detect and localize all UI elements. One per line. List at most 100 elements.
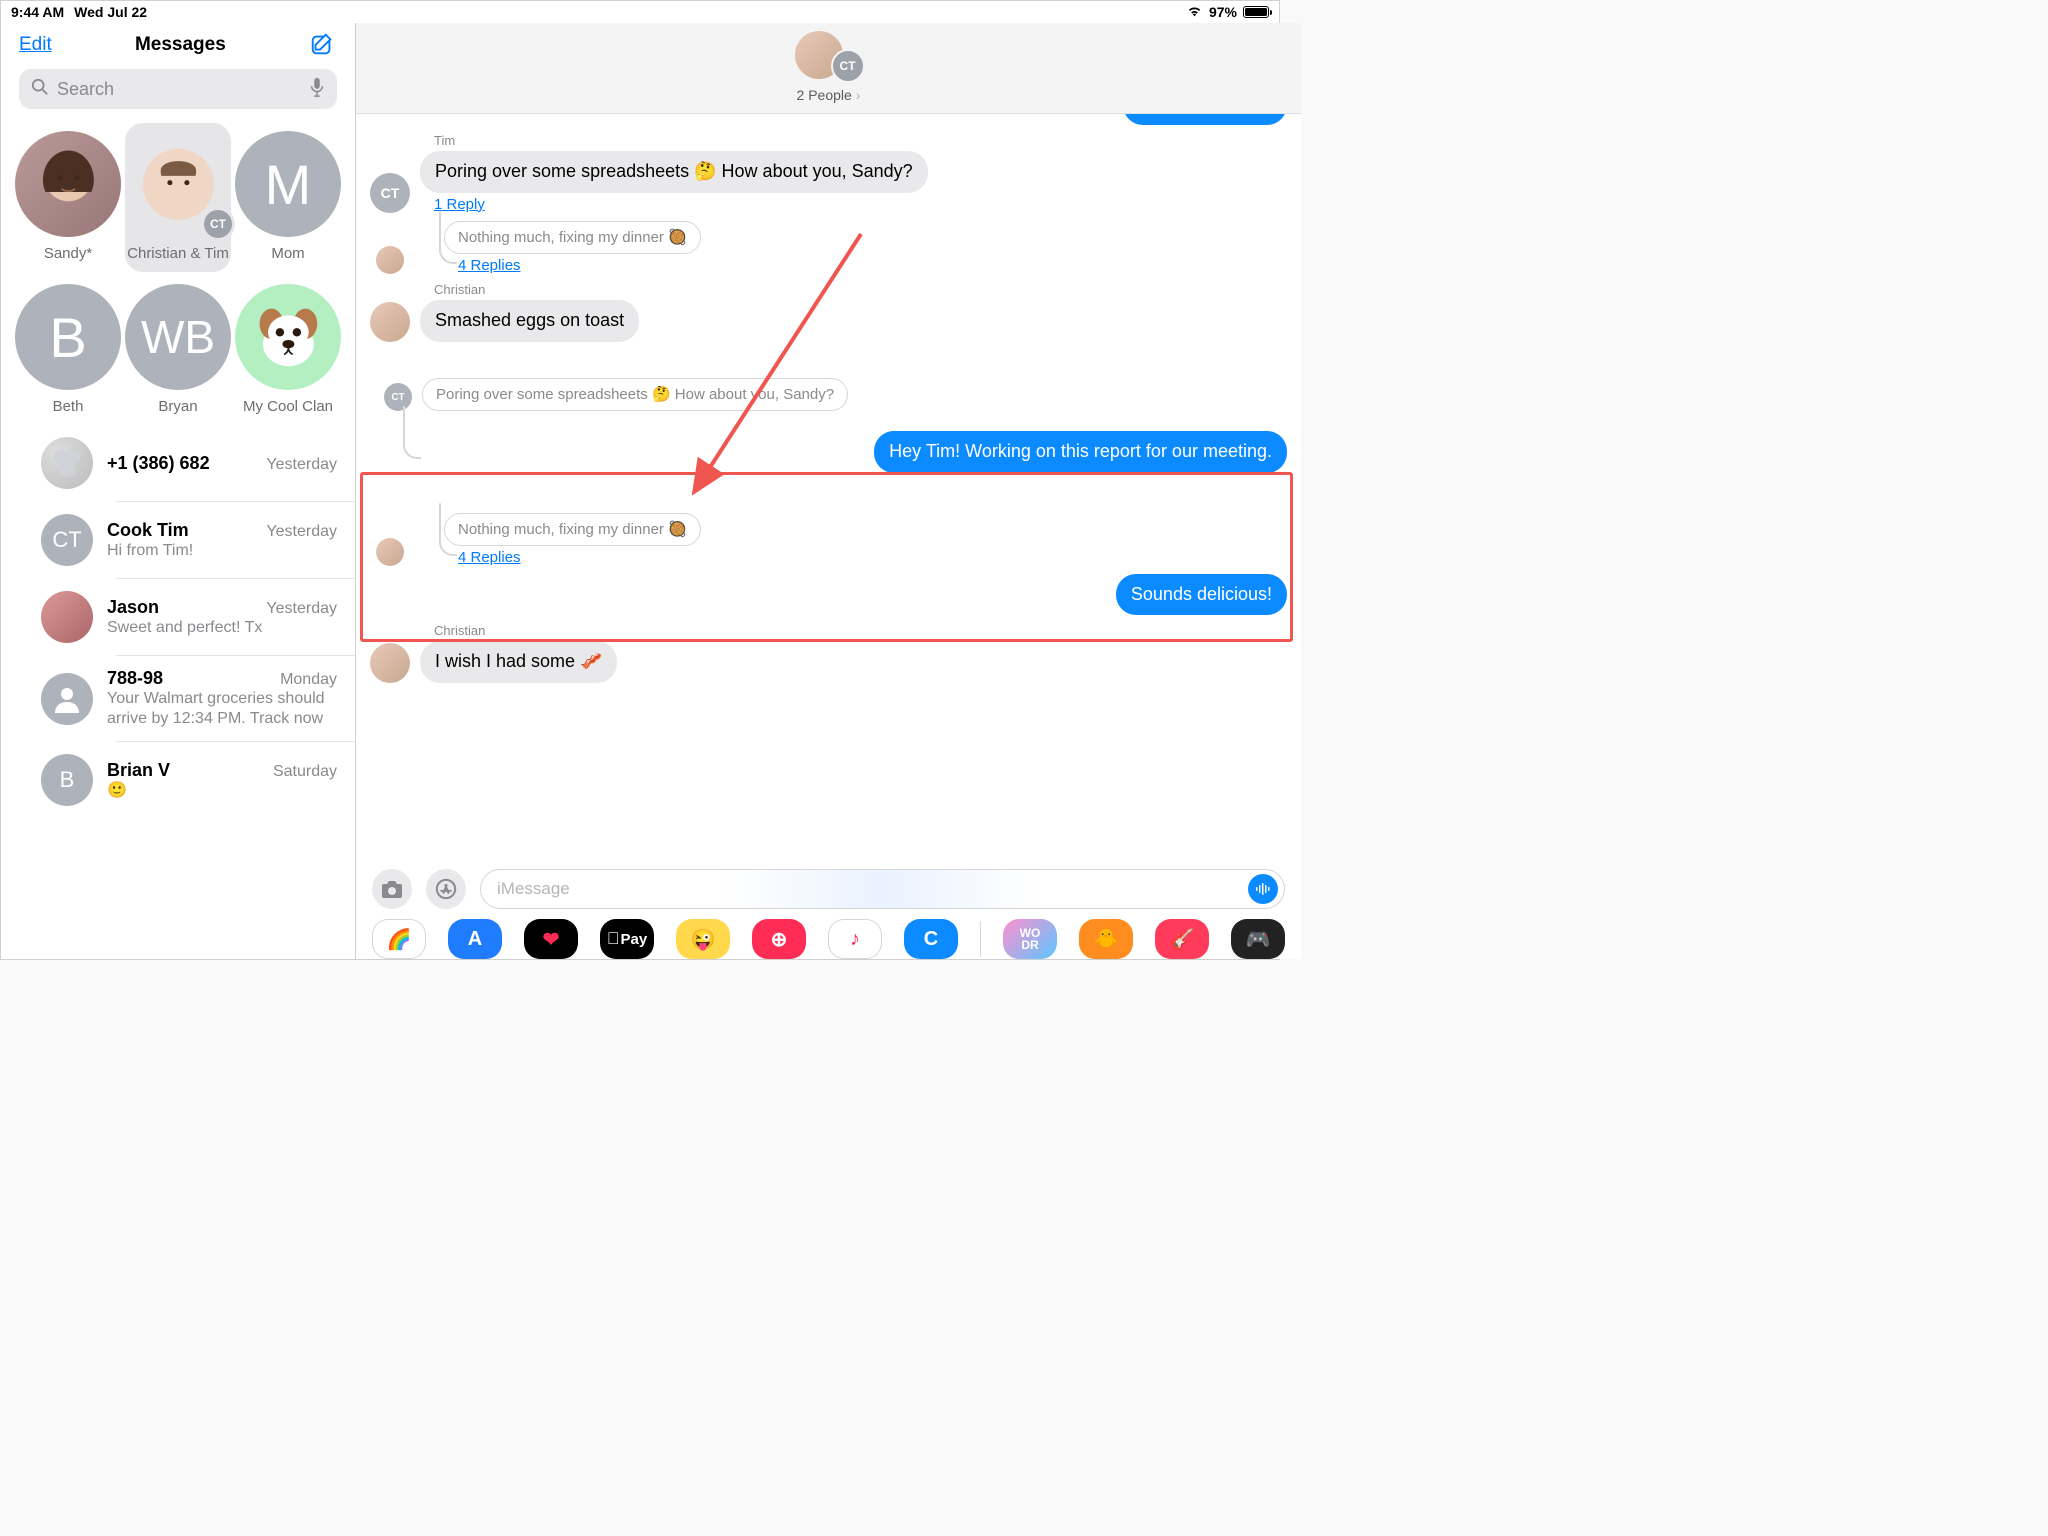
messages-sidebar: Edit Messages Sandy* — [1, 23, 356, 959]
avatar: CT — [125, 131, 231, 237]
conversation-name: +1 (386) 682 — [107, 453, 210, 474]
conversation-pane: CT 2 People › Whatcha makin? CT Tim Pori… — [356, 23, 1301, 959]
message-bubble-out[interactable]: Hey Tim! Working on this report for our … — [874, 431, 1287, 472]
conversation-preview: Your Walmart groceries should arrive by … — [107, 689, 337, 729]
message-sender: Christian — [434, 282, 639, 297]
avatar — [235, 284, 341, 390]
pinned-my-cool-clan[interactable]: My Cool Clan — [235, 276, 341, 425]
pinned-conversations: Sandy* CT Christian & Tim M Mom B Beth W… — [1, 119, 355, 425]
pinned-mom[interactable]: M Mom — [235, 123, 341, 272]
header-people-label[interactable]: 2 People › — [797, 87, 861, 103]
header-avatars: CT — [793, 29, 865, 83]
message-bubble-out[interactable]: Sounds delicious! — [1116, 574, 1287, 615]
conversation-time: Yesterday — [266, 523, 337, 541]
avatar — [41, 591, 93, 643]
app-store-button[interactable] — [426, 869, 466, 909]
conversation-preview: Sweet and perfect! Tx — [107, 618, 337, 638]
avatar — [41, 673, 93, 725]
pinned-label: Sandy* — [44, 245, 92, 262]
avatar — [370, 643, 410, 683]
avatar: WB — [125, 284, 231, 390]
imessage-app-icon[interactable]: 🐥 — [1079, 919, 1133, 959]
pinned-beth[interactable]: B Beth — [15, 276, 121, 425]
conversation-preview: 🙂 — [107, 781, 337, 801]
status-time: 9:44 AM — [11, 4, 64, 20]
chevron-right-icon: › — [856, 87, 861, 103]
sidebar-title: Messages — [52, 34, 309, 56]
imessage-app-icon[interactable]: ⊕ — [752, 919, 806, 959]
conversation-item[interactable]: Jason Yesterday Sweet and perfect! Tx — [1, 579, 355, 655]
imessage-app-icon[interactable]: 🌈 — [372, 919, 426, 959]
search-input[interactable] — [57, 79, 301, 100]
camera-button[interactable] — [372, 869, 412, 909]
conversation-item[interactable]: B Brian VSaturday 🙂 — [1, 742, 355, 818]
conversation-item[interactable]: 788-98Monday Your Walmart groceries shou… — [1, 656, 355, 741]
conversation-preview: Hi from Tim! — [107, 541, 337, 561]
quoted-message[interactable]: Nothing much, fixing my dinner 🥘 — [444, 221, 701, 255]
imessage-app-icon[interactable]: WODR — [1003, 919, 1057, 959]
imessage-app-icon[interactable]: A — [448, 919, 502, 959]
status-bar: 9:44 AM Wed Jul 22 97% — [1, 1, 1279, 23]
avatar: CT — [384, 383, 412, 411]
conversation-header[interactable]: CT 2 People › — [356, 23, 1301, 114]
conversation-name: 788-98 — [107, 668, 163, 689]
replies-link[interactable]: 4 Replies — [458, 257, 701, 274]
conversation-time: Saturday — [273, 763, 337, 781]
conversation-list[interactable]: +1 (386) 682Yesterday CT Cook TimYesterd… — [1, 425, 355, 959]
pinned-bryan[interactable]: WB Bryan — [125, 276, 231, 425]
status-battery-pct: 97% — [1209, 4, 1237, 20]
message-input-field[interactable] — [480, 869, 1285, 909]
message-input[interactable] — [497, 879, 1248, 899]
message-sender: Tim — [434, 133, 928, 148]
imessage-app-icon[interactable]: 🎸 — [1155, 919, 1209, 959]
replies-link[interactable]: 4 Replies — [458, 549, 701, 566]
conversation-name: Cook Tim — [107, 520, 189, 541]
message-bubble-in[interactable]: Smashed eggs on toast — [420, 300, 639, 341]
conversation-time: Yesterday — [266, 456, 337, 474]
avatar: B — [15, 284, 121, 390]
avatar — [376, 246, 404, 274]
pinned-label: Bryan — [158, 398, 197, 415]
pinned-label: Christian & Tim — [127, 245, 229, 262]
compose-button[interactable] — [309, 31, 337, 59]
avatar — [41, 437, 93, 489]
imessage-app-icon[interactable]: 😜 — [676, 919, 730, 959]
status-date: Wed Jul 22 — [74, 4, 147, 20]
messages-scroll[interactable]: Whatcha makin? CT Tim Poring over some s… — [356, 114, 1301, 863]
search-icon — [31, 78, 49, 101]
pinned-christian-tim[interactable]: CT Christian & Tim — [125, 123, 231, 272]
imessage-app-icon[interactable]: ♪ — [828, 919, 882, 959]
imessage-app-icon[interactable]: 🎮 — [1231, 919, 1285, 959]
message-bubble-out[interactable]: Whatcha makin? — [1123, 114, 1287, 125]
avatar: M — [235, 131, 341, 237]
quoted-message[interactable]: Poring over some spreadsheets 🤔 How abou… — [422, 378, 848, 412]
message-bubble-in[interactable]: Poring over some spreadsheets 🤔 How abou… — [420, 151, 928, 192]
pinned-label: Beth — [53, 398, 84, 415]
edit-button[interactable]: Edit — [19, 34, 52, 56]
avatar: B — [41, 754, 93, 806]
message-input-bar — [356, 863, 1301, 915]
message-bubble-in[interactable]: I wish I had some 🥓 — [420, 641, 617, 682]
quoted-message[interactable]: Nothing much, fixing my dinner 🥘 — [444, 513, 701, 547]
replies-link[interactable]: 1 Reply — [434, 196, 928, 213]
conversation-name: Jason — [107, 597, 159, 618]
avatar: CT — [370, 173, 410, 213]
imessage-app-icon[interactable]: ❤ — [524, 919, 578, 959]
conversation-time: Yesterday — [266, 600, 337, 618]
conversation-item[interactable]: +1 (386) 682 Yesterday — [1, 425, 355, 501]
pinned-label: My Cool Clan — [243, 398, 333, 415]
audio-record-button[interactable] — [1248, 874, 1278, 904]
avatar — [15, 131, 121, 237]
search-field[interactable] — [19, 69, 337, 109]
wifi-icon — [1186, 4, 1203, 20]
group-badge: CT — [201, 207, 235, 241]
dictate-icon[interactable] — [309, 77, 325, 102]
imessage-app-strip[interactable]: 🌈 A ❤ Pay 😜 ⊕ ♪ C WODR 🐥 🎸 🎮 — [356, 915, 1301, 959]
message-sender: Christian — [434, 623, 617, 638]
imessage-app-icon[interactable]: Pay — [600, 919, 654, 959]
conversation-item[interactable]: CT Cook TimYesterday Hi from Tim! — [1, 502, 355, 578]
pinned-sandy[interactable]: Sandy* — [15, 123, 121, 272]
avatar — [376, 538, 404, 566]
battery-icon — [1243, 6, 1269, 18]
imessage-app-icon[interactable]: C — [904, 919, 958, 959]
